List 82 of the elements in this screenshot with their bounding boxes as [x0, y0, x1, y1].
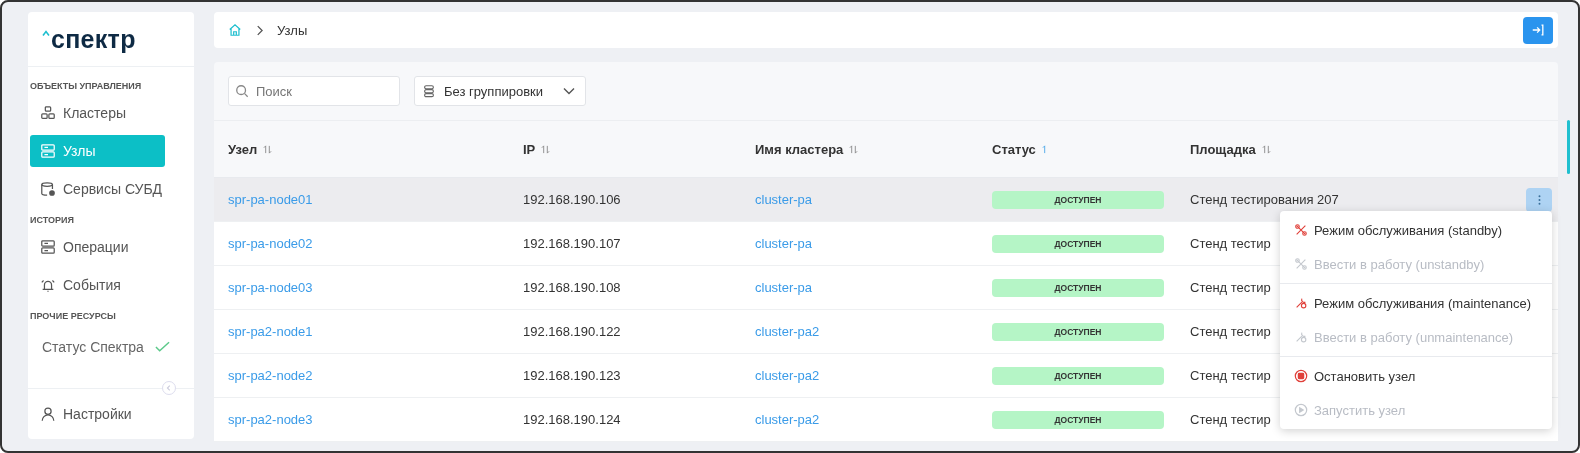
logo-mark-icon: [42, 30, 50, 36]
node-link[interactable]: spr-pa2-node3: [228, 412, 313, 427]
cluster-link[interactable]: cluster-pa: [755, 192, 813, 207]
nav-item[interactable]: Статус Спектра: [30, 331, 190, 363]
menu-item[interactable]: Остановить узел: [1280, 359, 1552, 393]
status-badge: ДОСТУПЕН: [992, 322, 1164, 341]
column-header[interactable]: Имя кластера: [755, 141, 844, 157]
table-cell: 192.168.190.107: [523, 236, 621, 251]
section-title: ПРОЧИЕ РЕСУРСЫ: [29, 310, 116, 323]
more-button[interactable]: [1526, 187, 1552, 212]
cluster-link[interactable]: cluster-pa: [755, 280, 813, 295]
search-field[interactable]: Поиск: [228, 76, 400, 106]
table-cell: 192.168.190.124: [523, 412, 621, 427]
sort-icon[interactable]: [263, 144, 273, 154]
sort-icon[interactable]: [849, 144, 859, 154]
table-cell: Стенд тестир: [1190, 412, 1271, 427]
sort-icon[interactable]: [541, 144, 551, 154]
logout-button[interactable]: [1523, 16, 1553, 44]
status-badge: ДОСТУПЕН: [992, 410, 1164, 429]
stack-icon: [422, 84, 436, 98]
status-badge: ДОСТУПЕН: [992, 190, 1164, 209]
column-header[interactable]: Площадка: [1190, 141, 1256, 157]
logout-icon: [1531, 23, 1545, 37]
section-title: ИСТОРИЯ: [29, 214, 74, 227]
table-cell: Стенд тестир: [1190, 324, 1271, 339]
table-cell: Стенд тестирования 207: [1190, 192, 1339, 207]
chevron-left-icon: [165, 384, 173, 392]
alarm-icon: [40, 277, 56, 293]
breadcrumb-item: Узлы: [277, 22, 308, 38]
nav-item[interactable]: События: [30, 269, 165, 301]
nav-item[interactable]: Сервисы СУБД: [30, 173, 165, 205]
column-header[interactable]: Узел: [228, 141, 258, 157]
node-link[interactable]: spr-pa-node01: [228, 192, 313, 207]
node-link[interactable]: spr-pa-node02: [228, 236, 313, 251]
play-icon: [1294, 403, 1308, 417]
status-badge: ДОСТУПЕН: [992, 366, 1164, 385]
home-icon[interactable]: [228, 23, 242, 37]
wrench-icon: [1294, 330, 1308, 344]
status-badge: ДОСТУПЕН: [992, 234, 1164, 253]
column-header[interactable]: Статус: [992, 141, 1036, 157]
server-icon: [40, 143, 56, 159]
logo: спектр: [51, 24, 136, 54]
server-icon: [40, 239, 56, 255]
node-link[interactable]: spr-pa-node03: [228, 280, 313, 295]
settings-item[interactable]: Настройки: [28, 398, 163, 430]
nav-item[interactable]: Узлы: [30, 135, 165, 167]
grouping-dropdown[interactable]: Без группировки: [414, 76, 586, 106]
wrench-cross-icon: [1294, 223, 1308, 237]
node-link[interactable]: spr-pa2-node1: [228, 324, 313, 339]
nav-item[interactable]: Операции: [30, 231, 165, 263]
nav-item[interactable]: Кластеры: [30, 97, 165, 129]
cluster-link[interactable]: cluster-pa2: [755, 324, 820, 339]
collapse-button[interactable]: [162, 381, 176, 395]
more-icon: [1537, 193, 1541, 206]
search-icon: [235, 84, 249, 98]
cluster-link[interactable]: cluster-pa2: [755, 368, 820, 383]
database-icon: [40, 181, 56, 197]
table-cell: Стенд тестир: [1190, 236, 1271, 251]
section-title: ОБЪЕКТЫ УПРАВЛЕНИЯ: [29, 80, 142, 93]
menu-item[interactable]: Режим обслуживания (standby): [1280, 213, 1552, 247]
scrollbar[interactable]: [1567, 120, 1570, 174]
status-badge: ДОСТУПЕН: [992, 278, 1164, 297]
table-cell: 192.168.190.123: [523, 368, 621, 383]
chevron-down-icon: [563, 87, 575, 95]
table-cell: 192.168.190.122: [523, 324, 621, 339]
user-icon: [40, 406, 56, 422]
chevron-icon: [256, 24, 263, 36]
menu-item[interactable]: Режим обслуживания (maintenance): [1280, 286, 1552, 320]
cluster-link[interactable]: cluster-pa2: [755, 412, 820, 427]
sort-icon[interactable]: [1261, 144, 1271, 154]
check-icon: [154, 341, 170, 353]
cluster-icon: [40, 105, 56, 121]
table-cell: Стенд тестир: [1190, 368, 1271, 383]
wrench-icon: [1294, 296, 1308, 310]
column-header[interactable]: IP: [523, 141, 536, 157]
stop-icon: [1294, 369, 1308, 383]
cluster-link[interactable]: cluster-pa: [755, 236, 813, 251]
node-link[interactable]: spr-pa2-node2: [228, 368, 313, 383]
table-cell: 192.168.190.108: [523, 280, 621, 295]
table-cell: 192.168.190.106: [523, 192, 621, 207]
wrench-cross-icon: [1294, 257, 1308, 271]
table-cell: Стенд тестир: [1190, 280, 1271, 295]
